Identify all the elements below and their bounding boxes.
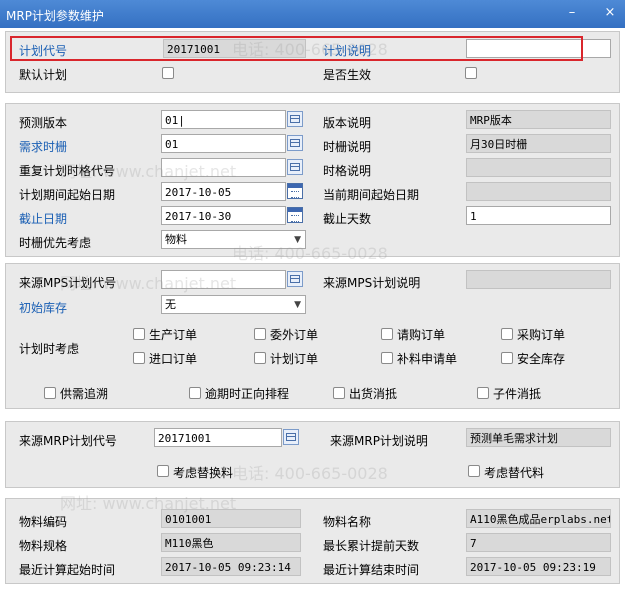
plan-start-calendar-icon[interactable] [287,183,303,199]
option-label: 采购订单 [517,328,566,342]
cutoff-field[interactable]: 2017-10-30 [161,206,286,225]
mps-desc-field [466,270,611,289]
option-label: 安全库存 [517,352,566,366]
repeat-code-field[interactable] [161,158,286,177]
grid-desc-field [466,158,611,177]
option2-checkbox[interactable] [44,387,56,399]
demand-bucket-field[interactable]: 01 [161,134,286,153]
substitute-label: 考虑替换料 [173,466,234,480]
calc-end-label: 最近计算结束时间 [323,563,420,577]
cutoff-label: 截止日期 [19,212,68,226]
option-label: 请购订单 [397,328,446,342]
forecast-version-field[interactable]: 01| [161,110,286,129]
item-name-label: 物料名称 [323,515,372,529]
option-checkbox[interactable] [133,352,145,364]
default-plan-label: 默认计划 [19,68,68,82]
mrp-code-label: 来源MRP计划代号 [19,434,117,448]
option-checkbox[interactable] [254,352,266,364]
option2-label: 供需追溯 [60,387,109,401]
item-spec-field: M110黑色 [161,533,301,552]
option-checkbox[interactable] [501,352,513,364]
option2-label: 子件消抵 [493,387,542,401]
close-icon[interactable]: × [601,4,619,22]
alt-label: 考虑替代料 [484,466,545,480]
version-desc-field: MRP版本 [466,110,611,129]
forecast-version-label: 预测版本 [19,116,68,130]
chevron-down-icon: ▼ [294,235,301,245]
chevron-down-icon: ▼ [294,300,301,310]
mps-code-field[interactable] [161,270,286,289]
item-spec-label: 物料规格 [19,539,68,553]
initial-stock-select[interactable]: 无 ▼ [161,295,306,314]
current-start-label: 当前期间起始日期 [323,188,420,202]
lead-days-field: 7 [466,533,611,552]
option-checkbox[interactable] [381,352,393,364]
item-code-field: 0101001 [161,509,301,528]
priority-label: 时栅优先考虑 [19,236,92,250]
params-panel: 预测版本 01| 版本说明 MRP版本 需求时栅 01 时栅说明 月30日时栅 … [5,103,620,257]
bucket-desc-field: 月30日时栅 [466,134,611,153]
option-label: 生产订单 [149,328,198,342]
consider-label: 计划时考虑 [19,342,80,356]
forecast-version-picker-icon[interactable] [287,111,303,127]
initial-stock-label: 初始库存 [19,301,68,315]
option-label: 计划订单 [270,352,319,366]
grid-desc-label: 时格说明 [323,164,372,178]
default-plan-checkbox[interactable] [162,67,174,79]
repeat-code-label: 重复计划时格代号 [19,164,116,178]
highlight-box [10,36,583,61]
option2-label: 逾期时正向排程 [205,387,290,401]
calc-start-field: 2017-10-05 09:23:14 [161,557,301,576]
title-bar: MRP计划参数维护 – × [0,0,625,28]
option-label: 委外订单 [270,328,319,342]
minimize-icon[interactable]: – [563,4,581,22]
cutoff-days-field[interactable]: 1 [466,206,611,225]
option-label: 补料申请单 [397,352,458,366]
item-name-field: A110黑色成品erplabs.net [466,509,611,528]
substitute-checkbox[interactable] [157,465,169,477]
calc-end-field: 2017-10-05 09:23:19 [466,557,611,576]
option-label: 进口订单 [149,352,198,366]
option-checkbox[interactable] [501,328,513,340]
initial-stock-value: 无 [165,298,176,311]
current-start-field [466,182,611,201]
demand-bucket-label: 需求时栅 [19,140,68,154]
effective-label: 是否生效 [323,68,372,82]
priority-select[interactable]: 物料 ▼ [161,230,306,249]
mps-code-label: 来源MPS计划代号 [19,276,117,290]
option2-checkbox[interactable] [333,387,345,399]
mrp-desc-field: 预测单毛需求计划 [466,428,611,447]
plan-start-field[interactable]: 2017-10-05 [161,182,286,201]
version-desc-label: 版本说明 [323,116,372,130]
option2-label: 出货消抵 [349,387,398,401]
source-panel: 来源MPS计划代号 来源MPS计划说明 初始库存 无 ▼ 计划时考虑 生产订单 … [5,263,620,409]
option-checkbox[interactable] [381,328,393,340]
window-title: MRP计划参数维护 [6,9,104,23]
mps-desc-label: 来源MPS计划说明 [323,276,421,290]
mrp-code-picker-icon[interactable] [283,429,299,445]
item-panel: 物料编码 0101001 物料名称 A110黑色成品erplabs.net 物料… [5,498,620,584]
cutoff-days-label: 截止天数 [323,212,372,226]
calc-start-label: 最近计算起始时间 [19,563,116,577]
priority-value: 物料 [165,233,187,246]
bucket-desc-label: 时栅说明 [323,140,372,154]
mrp-code-field[interactable]: 20171001 [154,428,282,447]
cutoff-calendar-icon[interactable] [287,207,303,223]
plan-start-label: 计划期间起始日期 [19,188,116,202]
repeat-code-picker-icon[interactable] [287,159,303,175]
demand-bucket-picker-icon[interactable] [287,135,303,151]
lead-days-label: 最长累计提前天数 [323,539,420,553]
option2-checkbox[interactable] [189,387,201,399]
effective-checkbox[interactable] [465,67,477,79]
item-code-label: 物料编码 [19,515,68,529]
alt-checkbox[interactable] [468,465,480,477]
option-checkbox[interactable] [254,328,266,340]
mps-code-picker-icon[interactable] [287,271,303,287]
option-checkbox[interactable] [133,328,145,340]
mrp-desc-label: 来源MRP计划说明 [330,434,428,448]
mrp-panel: 来源MRP计划代号 20171001 来源MRP计划说明 预测单毛需求计划 考虑… [5,421,620,488]
option2-checkbox[interactable] [477,387,489,399]
